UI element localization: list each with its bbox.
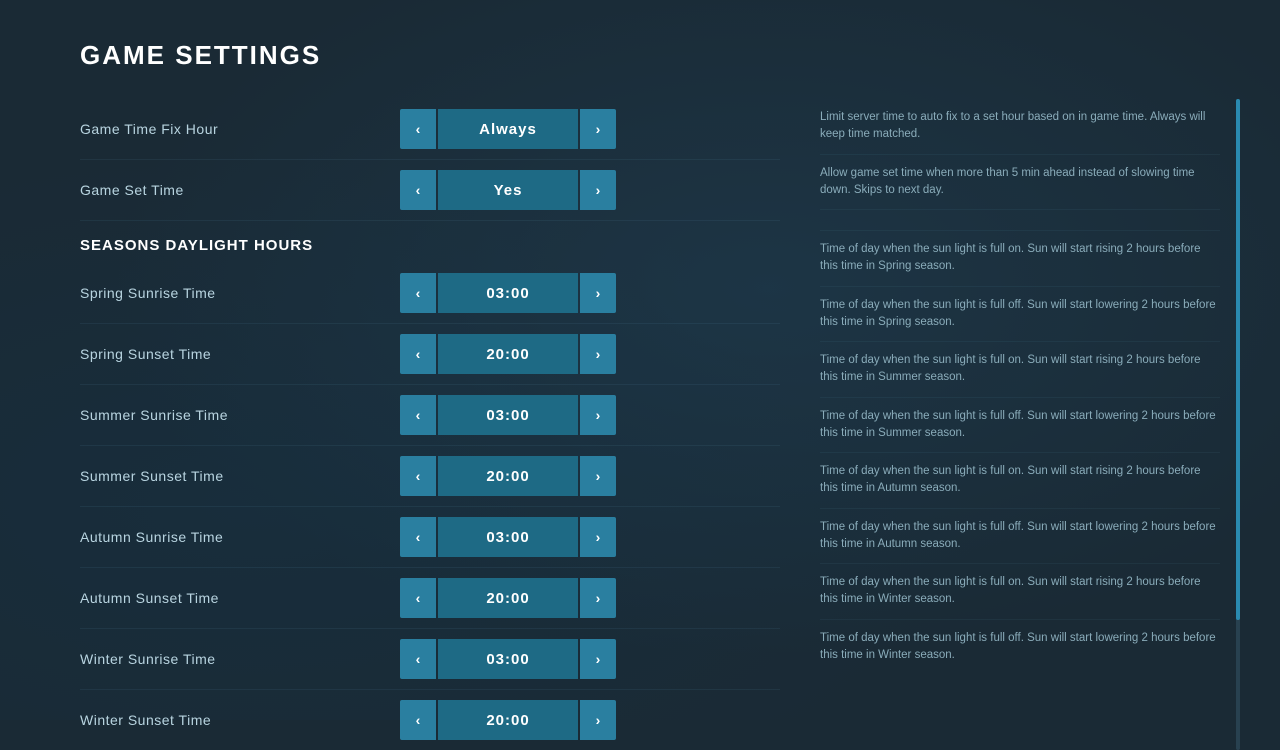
control-group-summer-sunrise: ‹ 03:00 › (400, 395, 616, 435)
autumn-sunrise-right-btn[interactable]: › (580, 517, 616, 557)
setting-label-spring-sunrise: Spring Sunrise Time (80, 285, 400, 301)
scrollbar-thumb[interactable] (1236, 99, 1240, 620)
seasons-header-text: SEASONS DAYLIGHT HOURS (80, 237, 313, 254)
autumn-sunrise-left-btn[interactable]: ‹ (400, 517, 436, 557)
desc-summer-sunset: Time of day when the sun light is full o… (820, 398, 1220, 454)
spring-sunrise-value: 03:00 (438, 273, 578, 313)
game-time-fix-left-btn[interactable]: ‹ (400, 109, 436, 149)
game-set-time-right-btn[interactable]: › (580, 170, 616, 210)
seasons-section-header: SEASONS DAYLIGHT HOURS (80, 221, 780, 263)
game-time-fix-right-btn[interactable]: › (580, 109, 616, 149)
setting-label-winter-sunrise: Winter Sunrise Time (80, 651, 400, 667)
autumn-sunset-value: 20:00 (438, 578, 578, 618)
desc-winter-sunset: Time of day when the sun light is full o… (820, 620, 1220, 675)
summer-sunset-value: 20:00 (438, 456, 578, 496)
desc-winter-sunrise: Time of day when the sun light is full o… (820, 564, 1220, 620)
desc-autumn-sunset: Time of day when the sun light is full o… (820, 509, 1220, 565)
winter-sunrise-right-btn[interactable]: › (580, 639, 616, 679)
setting-label-game-time-fix: Game Time Fix Hour (80, 121, 400, 137)
setting-row-summer-sunset: Summer Sunset Time ‹ 20:00 › (80, 446, 780, 507)
settings-container: Game Time Fix Hour ‹ Always › Game Set T… (80, 99, 1220, 750)
desc-game-set-time: Allow game set time when more than 5 min… (820, 155, 1220, 211)
spring-sunset-left-btn[interactable]: ‹ (400, 334, 436, 374)
setting-row-winter-sunset: Winter Sunset Time ‹ 20:00 › (80, 690, 780, 750)
winter-sunrise-left-btn[interactable]: ‹ (400, 639, 436, 679)
settings-list: Game Time Fix Hour ‹ Always › Game Set T… (80, 99, 780, 750)
game-set-time-left-btn[interactable]: ‹ (400, 170, 436, 210)
summer-sunrise-left-btn[interactable]: ‹ (400, 395, 436, 435)
autumn-sunset-right-btn[interactable]: › (580, 578, 616, 618)
setting-row-game-time-fix: Game Time Fix Hour ‹ Always › (80, 99, 780, 160)
setting-row-autumn-sunrise: Autumn Sunrise Time ‹ 03:00 › (80, 507, 780, 568)
autumn-sunset-left-btn[interactable]: ‹ (400, 578, 436, 618)
winter-sunset-value: 20:00 (438, 700, 578, 740)
scrollbar-track[interactable] (1236, 99, 1240, 750)
summer-sunrise-value: 03:00 (438, 395, 578, 435)
desc-spring-sunrise: Time of day when the sun light is full o… (820, 231, 1220, 287)
autumn-sunrise-value: 03:00 (438, 517, 578, 557)
control-group-autumn-sunset: ‹ 20:00 › (400, 578, 616, 618)
setting-label-summer-sunset: Summer Sunset Time (80, 468, 400, 484)
summer-sunset-right-btn[interactable]: › (580, 456, 616, 496)
spring-sunset-right-btn[interactable]: › (580, 334, 616, 374)
setting-row-autumn-sunset: Autumn Sunset Time ‹ 20:00 › (80, 568, 780, 629)
summer-sunset-left-btn[interactable]: ‹ (400, 456, 436, 496)
setting-label-autumn-sunset: Autumn Sunset Time (80, 590, 400, 606)
game-settings-page: GAME SETTINGS Game Time Fix Hour ‹ Alway… (0, 0, 1280, 720)
game-set-time-value: Yes (438, 170, 578, 210)
setting-row-winter-sunrise: Winter Sunrise Time ‹ 03:00 › (80, 629, 780, 690)
control-group-winter-sunset: ‹ 20:00 › (400, 700, 616, 740)
game-time-fix-value: Always (438, 109, 578, 149)
desc-spacer-header (820, 210, 1220, 231)
setting-label-summer-sunrise: Summer Sunrise Time (80, 407, 400, 423)
setting-label-game-set-time: Game Set Time (80, 182, 400, 198)
setting-label-spring-sunset: Spring Sunset Time (80, 346, 400, 362)
setting-label-autumn-sunrise: Autumn Sunrise Time (80, 529, 400, 545)
descriptions-panel: Limit server time to auto fix to a set h… (780, 99, 1220, 750)
winter-sunrise-value: 03:00 (438, 639, 578, 679)
control-group-winter-sunrise: ‹ 03:00 › (400, 639, 616, 679)
winter-sunset-right-btn[interactable]: › (580, 700, 616, 740)
control-group-spring-sunset: ‹ 20:00 › (400, 334, 616, 374)
spring-sunset-value: 20:00 (438, 334, 578, 374)
setting-row-game-set-time: Game Set Time ‹ Yes › (80, 160, 780, 221)
page-title: GAME SETTINGS (80, 40, 1220, 71)
desc-game-time-fix: Limit server time to auto fix to a set h… (820, 99, 1220, 155)
spring-sunrise-right-btn[interactable]: › (580, 273, 616, 313)
setting-row-spring-sunset: Spring Sunset Time ‹ 20:00 › (80, 324, 780, 385)
control-group-game-set-time: ‹ Yes › (400, 170, 616, 210)
spring-sunrise-left-btn[interactable]: ‹ (400, 273, 436, 313)
control-group-spring-sunrise: ‹ 03:00 › (400, 273, 616, 313)
desc-spring-sunset: Time of day when the sun light is full o… (820, 287, 1220, 343)
winter-sunset-left-btn[interactable]: ‹ (400, 700, 436, 740)
setting-row-summer-sunrise: Summer Sunrise Time ‹ 03:00 › (80, 385, 780, 446)
desc-autumn-sunrise: Time of day when the sun light is full o… (820, 453, 1220, 509)
control-group-summer-sunset: ‹ 20:00 › (400, 456, 616, 496)
desc-summer-sunrise: Time of day when the sun light is full o… (820, 342, 1220, 398)
setting-label-winter-sunset: Winter Sunset Time (80, 712, 400, 728)
setting-row-spring-sunrise: Spring Sunrise Time ‹ 03:00 › (80, 263, 780, 324)
control-group-autumn-sunrise: ‹ 03:00 › (400, 517, 616, 557)
summer-sunrise-right-btn[interactable]: › (580, 395, 616, 435)
control-group-game-time-fix: ‹ Always › (400, 109, 616, 149)
